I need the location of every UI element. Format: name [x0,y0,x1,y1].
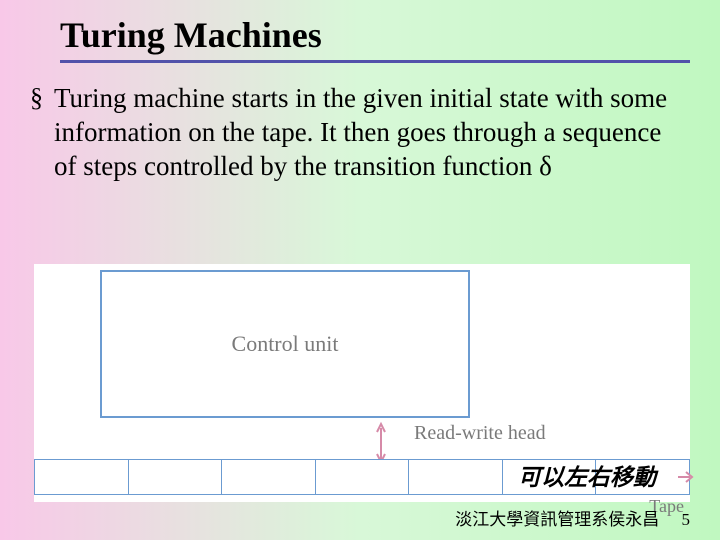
slide-title: Turing Machines [0,0,720,60]
slide-content: § Turing machine starts in the given ini… [0,63,720,183]
footer-affiliation: 淡江大學資訊管理系侯永昌 [455,510,659,529]
tape-cell [129,459,223,495]
body-text: Turing machine starts in the given initi… [54,81,690,183]
slide-footer: 淡江大學資訊管理系侯永昌 5 [0,505,720,530]
movement-annotation: 可以左右移動 [518,458,656,492]
control-unit-label: Control unit [232,331,339,357]
tape-cell [409,459,503,495]
read-write-head-label: Read-write head [414,422,546,445]
control-unit-box: Control unit [100,270,470,418]
tape-cell [34,459,129,495]
page-number: 5 [682,510,691,529]
bullet-marker: § [30,81,54,115]
tape-arrow-icon [676,465,694,494]
bullet-item: § Turing machine starts in the given ini… [30,81,690,183]
tape-cell [316,459,410,495]
head-arrow-icon [374,420,388,460]
turing-machine-figure: Control unit Read-write head 可以左右移動 Tape [34,264,690,502]
tape-cell [222,459,316,495]
